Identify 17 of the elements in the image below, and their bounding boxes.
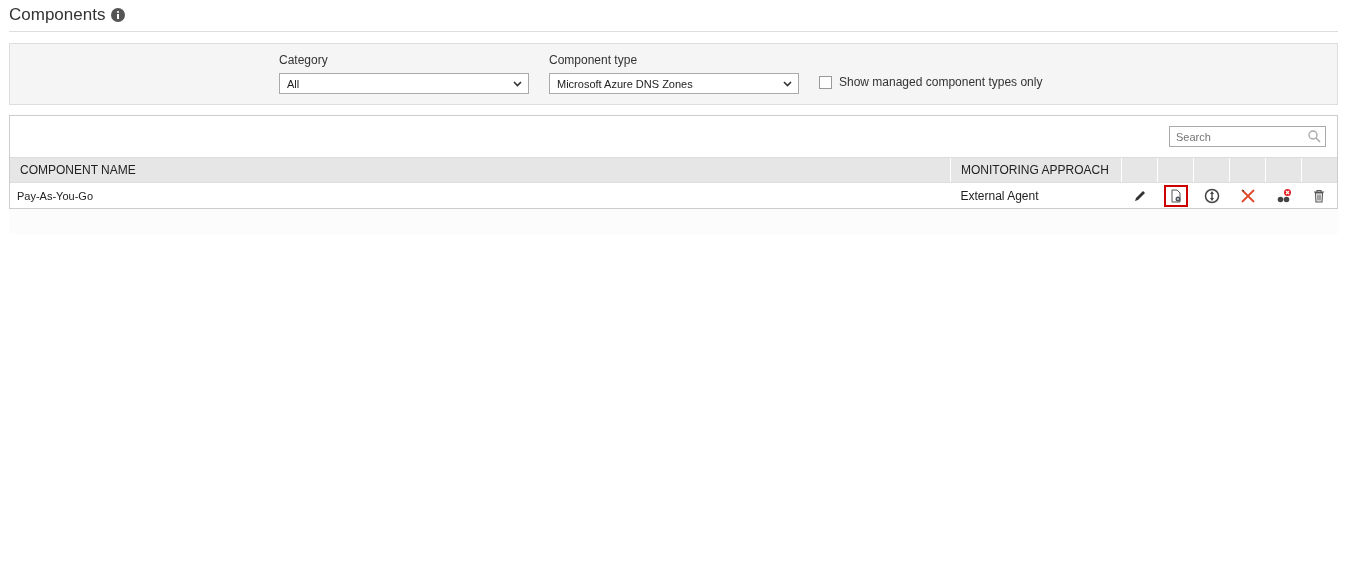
component-type-select[interactable]: Microsoft Azure DNS Zones (549, 73, 799, 94)
column-header: MONITORING APPROACH (950, 157, 1122, 183)
table-cell: Pay-As-You-Go (10, 182, 951, 208)
info-icon[interactable] (111, 8, 126, 22)
search-field[interactable]: Search (1169, 126, 1326, 147)
checkbox[interactable] (819, 75, 832, 89)
document-gear-icon[interactable] (1163, 184, 1188, 207)
field-label: Component type (549, 53, 639, 67)
checkbox-label: Show managed component types only (839, 75, 1043, 89)
caret-icon (783, 80, 792, 87)
category-select[interactable]: All (279, 73, 529, 94)
caret-icon (513, 80, 522, 87)
search-icon (1308, 130, 1321, 143)
field-label: Category (279, 53, 329, 67)
column-header: COMPONENT NAME (10, 157, 951, 183)
table-cell: External Agent (950, 182, 1122, 208)
page-title: Components (9, 5, 106, 25)
